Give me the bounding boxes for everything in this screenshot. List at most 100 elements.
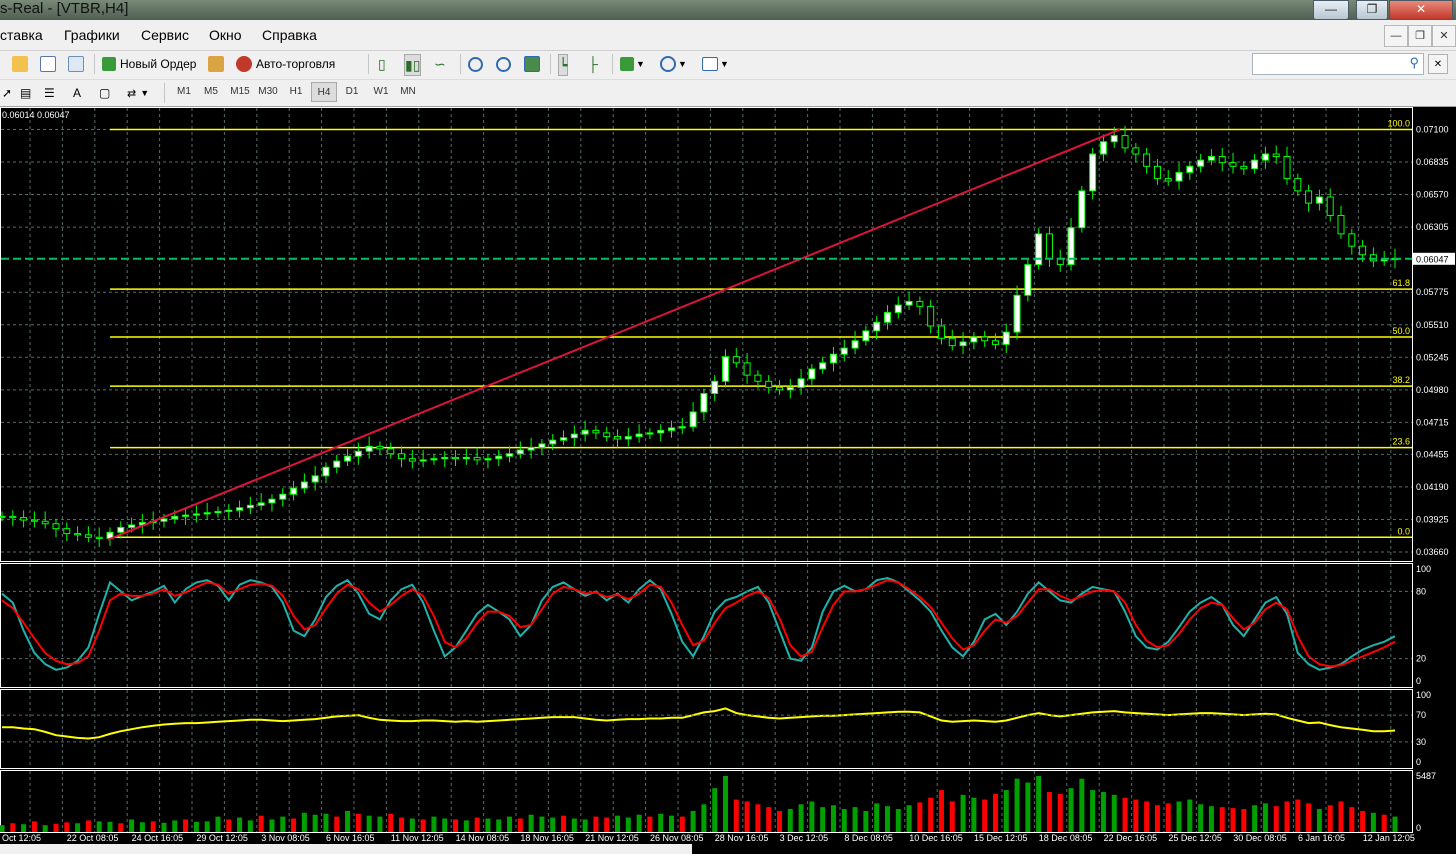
menu-charts[interactable]: Графики [64,27,120,43]
mdi-restore-button[interactable]: ❐ [1408,25,1432,47]
timeframe-h1[interactable]: H1 [284,82,308,102]
candlestick [236,507,244,511]
volume-bar [204,821,210,832]
bid-price-label: 0.06047 [1416,254,1449,264]
volume-bar [884,806,890,832]
volume-bar [442,818,448,832]
candlestick [1207,155,1215,161]
time-axis-label: 6 Nov 16:05 [326,833,375,843]
volume-bar [971,797,977,832]
close-button[interactable]: ✕ [1389,0,1453,20]
indicators-button[interactable]: ▼ [620,54,645,74]
volume-bar [139,822,145,832]
arrows-tool-button[interactable]: ⇄ ▼ [127,83,149,103]
candlestick [1110,135,1118,143]
volume-bar [1014,778,1020,832]
volume-bar [1392,816,1398,832]
restore-button[interactable]: ❐ [1356,0,1388,20]
volume-axis-label: 5487 [1416,771,1436,781]
volume-bar [453,819,459,832]
mdi-close-button[interactable]: ✕ [1432,25,1456,47]
candlestick [1348,233,1356,247]
volume-bar [582,819,588,832]
templates-button[interactable] [40,54,56,74]
timeframe-mn[interactable]: MN [396,82,420,102]
candlestick [1261,153,1269,161]
candlestick [560,437,568,441]
toolbar-separator [612,54,613,74]
favorites-button[interactable] [12,54,28,74]
channel-tool-button[interactable]: ▤ [20,83,31,103]
text-tool-button[interactable]: A [73,83,81,103]
timeframe-m15[interactable]: M15 [228,82,252,102]
time-axis-label: 25 Dec 12:05 [1168,833,1222,843]
auto-scroll-button[interactable]: ┕ [558,54,569,76]
volume-bar [841,809,847,832]
candlestick [1078,190,1086,229]
mdi-minimize-button[interactable]: — [1384,25,1408,47]
timeframe-w1[interactable]: W1 [369,82,393,102]
volume-bar [334,816,340,832]
menu-insert[interactable]: ставка [0,27,43,43]
chart-shift-button[interactable]: ├ [588,54,598,74]
new-order-button[interactable]: Новый Ордер [102,54,196,74]
candlestick [1337,214,1345,235]
time-axis-label: 3 Dec 12:05 [780,833,829,843]
chart-window[interactable]: 0.07100 0.06835 0.06570 0.06305 0.05775 0.055… [0,107,1456,854]
volume-bar [679,816,685,832]
candlestick [624,436,632,440]
zoom-out-button[interactable] [496,54,511,74]
bar-chart-button[interactable]: ▯ [378,54,386,74]
line-chart-button[interactable]: ∽ [434,54,446,74]
candlestick [1251,159,1259,170]
fibo-tool-button[interactable]: ☰ [44,83,55,103]
label-tool-button[interactable]: ▢ [99,83,110,103]
candlestick [840,347,848,355]
menu-help[interactable]: Справка [262,27,317,43]
menu-window[interactable]: Окно [209,27,242,43]
zoom-in-button[interactable] [468,54,483,74]
search-icon[interactable]: ⚲ [1409,55,1419,71]
volume-bar [776,810,782,832]
minimize-button[interactable]: — [1313,0,1349,20]
profiles-button[interactable] [68,54,84,74]
autotrade-button[interactable]: Авто-торговля [236,54,335,74]
tile-windows-button[interactable] [524,54,540,74]
volume-bar [528,814,534,832]
candlestick-chart-button[interactable]: ▮▯ [404,54,422,76]
volume-bar [722,776,728,832]
timeframe-d1[interactable]: D1 [340,82,364,102]
templates-dropdown-button[interactable]: ▼ [702,54,729,74]
orders-button[interactable] [208,54,224,74]
candlestick [1240,165,1248,170]
candlestick [873,321,881,332]
time-axis-label: 8 Dec 08:05 [844,833,893,843]
time-axis-label: 12 Jan 12:05 [1363,833,1415,843]
candlestick [1218,155,1226,164]
stochastic-axis-label: 20 [1416,654,1426,664]
candlestick [743,362,751,376]
volume-bar [474,817,480,832]
candlestick [657,429,665,434]
menu-tools[interactable]: Сервис [141,27,189,43]
stochastic-signal-line [1,579,1396,668]
fibonacci-level-label: 61.8 [1392,278,1410,288]
search-input[interactable]: ⚲ [1252,53,1424,75]
search-close-button[interactable]: ✕ [1428,54,1448,74]
candlestick [851,340,859,349]
timeframe-m1[interactable]: M1 [172,82,196,102]
volume-bar [690,810,696,832]
chart-canvas[interactable]: 0.07100 0.06835 0.06570 0.06305 0.05775 0.055… [0,107,1456,854]
periods-button[interactable]: ▼ [660,54,687,74]
zoom-out-icon [496,56,511,72]
candlestick [916,300,924,307]
timeframe-h4[interactable]: H4 [311,82,337,102]
timeframe-m30[interactable]: M30 [256,82,280,102]
candlestick [1359,245,1367,256]
time-axis-label: 22 Dec 16:05 [1104,833,1158,843]
volume-bar [992,793,998,832]
candlestick [905,300,913,306]
trendline-tool-button[interactable]: ➚ [2,83,12,103]
timeframe-m5[interactable]: M5 [199,82,223,102]
volume-bar [107,821,113,832]
